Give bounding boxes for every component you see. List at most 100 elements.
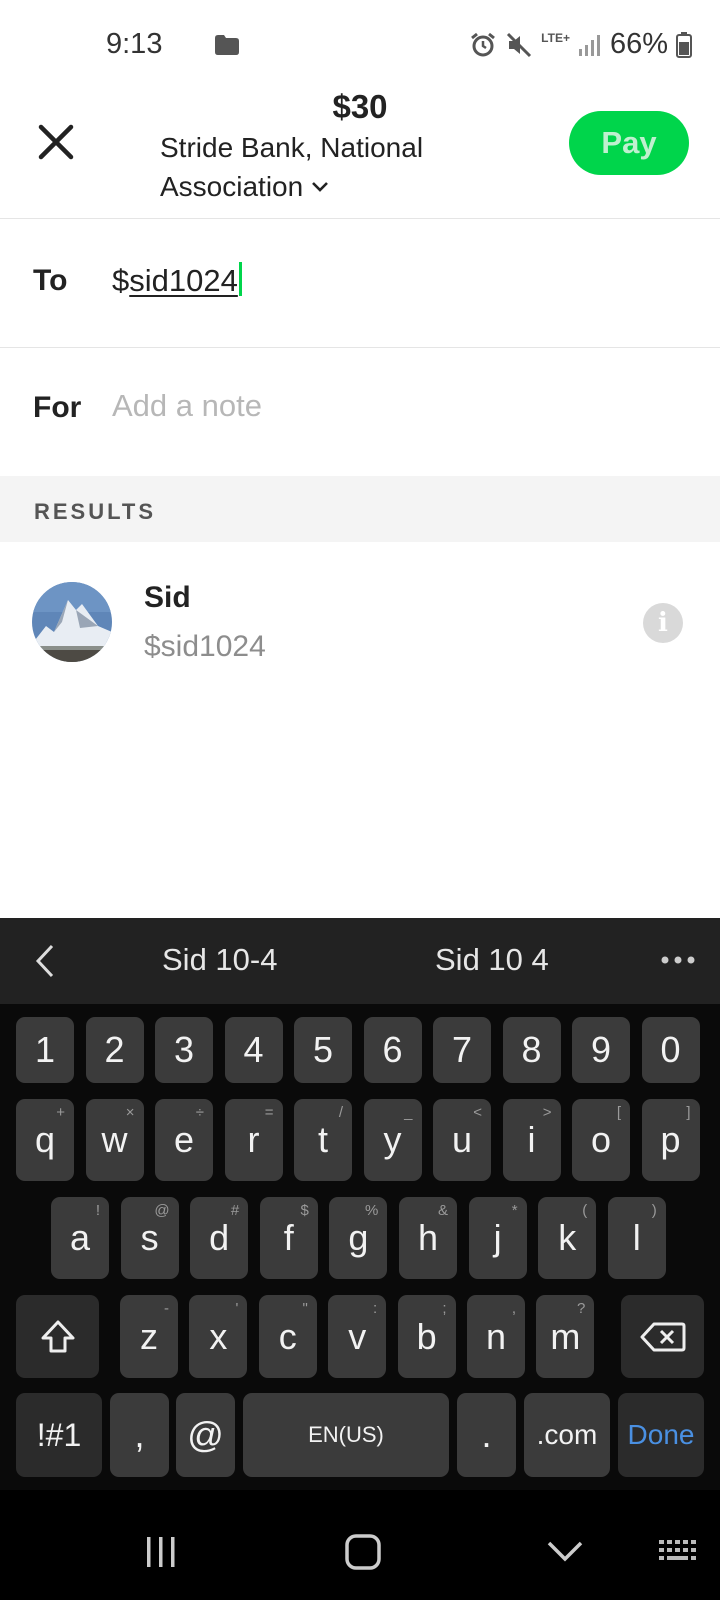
key-8[interactable]: 8	[502, 1017, 561, 1083]
key-hint: ]	[686, 1104, 691, 1121]
key-g[interactable]: g%	[329, 1197, 388, 1279]
chevron-down-icon[interactable]	[546, 1538, 584, 1564]
at-key[interactable]: @	[176, 1393, 235, 1477]
key-s[interactable]: s @	[120, 1197, 179, 1279]
key-label: 3	[173, 1029, 195, 1070]
avatar	[32, 582, 112, 662]
key-label: u	[451, 1119, 473, 1160]
key-m[interactable]: m?	[536, 1295, 595, 1378]
key-7[interactable]: 7	[433, 1017, 491, 1083]
key-6[interactable]: 6	[363, 1017, 422, 1083]
more-options-icon[interactable]	[660, 955, 696, 965]
info-icon[interactable]: i	[643, 603, 683, 643]
key-hint: =	[264, 1104, 274, 1121]
key-label: z	[140, 1315, 158, 1357]
battery-icon	[676, 31, 692, 58]
comma-key[interactable]: ,	[110, 1393, 169, 1477]
key-label: i	[527, 1119, 536, 1160]
dotcom-key[interactable]: .com	[524, 1393, 610, 1477]
key-q[interactable]: q +	[16, 1099, 74, 1181]
key-3[interactable]: 3	[155, 1017, 213, 1083]
key-label: o	[590, 1119, 612, 1160]
key-y[interactable]: y _	[363, 1099, 422, 1181]
key-hint: *	[511, 1202, 518, 1219]
note-input[interactable]: Add a note	[112, 388, 262, 424]
key-j[interactable]: j *	[468, 1197, 527, 1279]
key-b[interactable]: b;	[397, 1295, 456, 1378]
symbols-key[interactable]: !#1	[16, 1393, 102, 1477]
key-h[interactable]: h &	[399, 1197, 457, 1279]
key-n[interactable]: n,	[467, 1295, 525, 1378]
key-d[interactable]: d #	[190, 1197, 249, 1279]
key-label: c	[278, 1315, 297, 1357]
key-label: g	[348, 1217, 369, 1258]
recent-apps-icon[interactable]	[144, 1535, 178, 1569]
period-key[interactable]: .	[457, 1393, 516, 1477]
key-c[interactable]: c "	[258, 1295, 317, 1378]
key-label: w	[101, 1119, 128, 1160]
keyboard-icon[interactable]	[658, 1538, 700, 1566]
key-2[interactable]: 2	[85, 1017, 144, 1083]
suggestion-bar	[0, 918, 720, 1004]
key-e[interactable]: e ÷	[155, 1099, 213, 1181]
key-k[interactable]: k(	[538, 1197, 597, 1279]
divider	[0, 218, 720, 219]
key-a[interactable]: a!	[51, 1197, 109, 1279]
key-u[interactable]: u <	[433, 1099, 491, 1181]
key-hint: )	[651, 1202, 657, 1219]
close-icon[interactable]	[36, 122, 76, 162]
key-label: n	[485, 1315, 507, 1357]
key-p[interactable]: p]	[641, 1099, 700, 1181]
pay-button[interactable]: Pay	[569, 111, 689, 175]
key-label: y	[383, 1119, 402, 1160]
key-hint: ;	[442, 1300, 447, 1317]
key-9[interactable]: 9	[572, 1017, 630, 1083]
backspace-key[interactable]	[621, 1295, 704, 1378]
recipient-handle-text: sid1024	[129, 263, 238, 298]
key-f[interactable]: f $	[259, 1197, 318, 1279]
bank-name-line1: Stride Bank, National	[160, 132, 424, 163]
key-label: d	[209, 1217, 230, 1258]
bank-name-line2: Association	[160, 171, 304, 202]
space-key[interactable]: EN(US)	[243, 1393, 449, 1477]
key-label: l	[632, 1217, 641, 1258]
key-hint: ×	[125, 1104, 135, 1121]
key-label: 2	[104, 1029, 125, 1070]
key-z[interactable]: z-	[120, 1295, 178, 1378]
key-hint: @	[154, 1202, 170, 1219]
status-right: LTE+ 66%	[469, 28, 692, 61]
key-l[interactable]: l)	[607, 1197, 666, 1279]
key-label: b	[416, 1315, 437, 1357]
key-hint: /	[338, 1104, 343, 1121]
shift-key[interactable]	[16, 1295, 99, 1378]
funding-source-selector[interactable]: Stride Bank, National Association	[160, 128, 480, 206]
key-t[interactable]: t /	[294, 1099, 352, 1181]
key-hint: &	[437, 1202, 448, 1219]
key-i[interactable]: i >	[502, 1099, 561, 1181]
key-x[interactable]: x '	[189, 1295, 248, 1378]
key-1[interactable]: 1	[16, 1017, 74, 1083]
key-r[interactable]: r =	[224, 1099, 283, 1181]
folder-icon	[215, 35, 239, 55]
key-hint: !	[95, 1202, 100, 1219]
chevron-left-icon[interactable]	[30, 942, 60, 980]
key-4[interactable]: 4	[224, 1017, 283, 1083]
recipient-input[interactable]: $sid1024	[112, 262, 242, 299]
key-hint: ÷	[195, 1104, 204, 1121]
key-0[interactable]: 0	[641, 1017, 700, 1083]
home-icon[interactable]	[344, 1533, 382, 1571]
suggestion-2[interactable]: Sid 10 4	[435, 942, 549, 978]
key-o[interactable]: o[	[572, 1099, 630, 1181]
key-w[interactable]: w ×	[85, 1099, 144, 1181]
key-5[interactable]: 5	[294, 1017, 352, 1083]
key-hint: ,	[511, 1300, 516, 1317]
key-label: 7	[451, 1029, 473, 1070]
key-v[interactable]: v:	[328, 1295, 387, 1378]
status-time: 9:13	[106, 28, 163, 60]
key-label: 8	[521, 1029, 542, 1070]
to-label: To	[33, 264, 68, 297]
suggestion-1[interactable]: Sid 10-4	[162, 942, 277, 978]
key-hint: #	[230, 1202, 240, 1219]
key-label: j	[493, 1217, 502, 1258]
done-key[interactable]: Done	[618, 1393, 704, 1477]
